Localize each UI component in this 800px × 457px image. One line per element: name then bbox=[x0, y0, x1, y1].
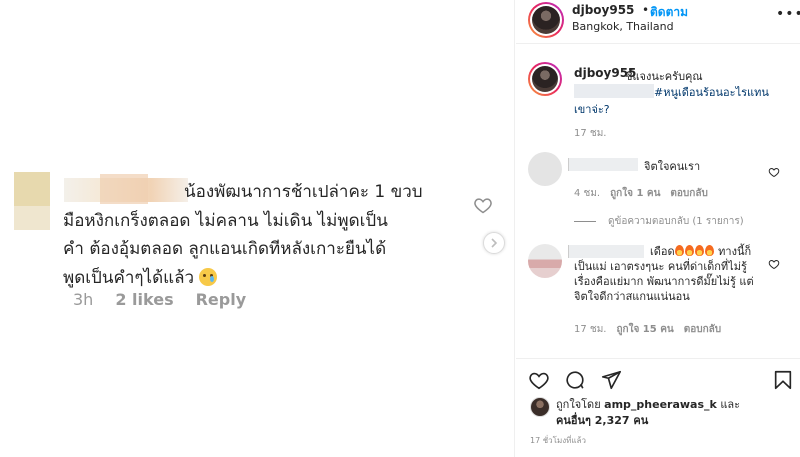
bookmark-icon[interactable] bbox=[772, 369, 794, 391]
likes-middle: และ bbox=[716, 398, 741, 411]
author-username[interactable]: djboy955 bbox=[572, 3, 634, 17]
comment-meta: 4 ชม. ถูกใจ 1 คน ตอบกลับ bbox=[574, 186, 708, 201]
instagram-post-view: น้องพัฒนาการช้าเปล่าคะ 1 ขวบ มือหงิกเกร็… bbox=[0, 0, 800, 457]
comment-like-icon[interactable] bbox=[768, 166, 780, 178]
share-icon[interactable] bbox=[600, 369, 622, 391]
comment-avatar[interactable] bbox=[528, 244, 562, 278]
comment-time: 17 ชม. bbox=[574, 324, 607, 335]
fire-icon bbox=[684, 245, 694, 256]
post-image[interactable]: น้องพัฒนาการช้าเปล่าคะ 1 ขวบ มือหงิกเกร็… bbox=[0, 0, 515, 457]
caption-time: 17 ชม. bbox=[574, 128, 607, 139]
more-options-icon[interactable]: ••• bbox=[776, 6, 800, 22]
comment-meta: 17 ชม. ถูกใจ 15 คน ตอบกลับ bbox=[574, 322, 721, 337]
others-likes-link[interactable]: คนอื่นๆ 2,327 คน bbox=[556, 414, 648, 427]
view-replies-button[interactable]: ดูข้อความตอบกลับ (1 รายการ) bbox=[574, 214, 744, 229]
likes-summary: ถูกใจโดย amp_pheerawas_k และ คนอื่นๆ 2,3… bbox=[556, 397, 776, 429]
fire-icon bbox=[704, 245, 714, 256]
comment-like-icon[interactable] bbox=[768, 258, 780, 270]
post-sidebar: djboy955 • ติดตาม Bangkok, Thailand ••• … bbox=[516, 0, 800, 457]
image-comment-line-2: มือหงิกเกร็งตลอด ไม่คลาน ไม่เดิน ไม่พูดเ… bbox=[63, 210, 388, 231]
comment-text-start: เดือด bbox=[650, 245, 675, 258]
comment-reply-button[interactable]: ตอบกลับ bbox=[684, 322, 721, 337]
image-comment-line-3: คำ ต้องอุ้มตลอด ลูกแอนเกิดทีหลังเกาะยืนไ… bbox=[63, 239, 387, 259]
crying-face-icon bbox=[199, 267, 218, 286]
post-timestamp: 17 ชั่วโมงที่แล้ว bbox=[530, 436, 586, 445]
heart-outline-icon bbox=[474, 198, 492, 214]
comment-text: จิตใจคนเรา bbox=[644, 160, 701, 173]
comment-text: เดือด ทางนี้ก็เป็นแม่ เอาตรงๆนะ คนที่ด่า… bbox=[574, 244, 762, 304]
comment-likes[interactable]: ถูกใจ 15 คน bbox=[616, 322, 673, 337]
image-comment-time: 3h bbox=[73, 290, 94, 309]
image-comment-text: น้องพัฒนาการช้าเปล่าคะ 1 ขวบ มือหงิกเกร็… bbox=[63, 178, 483, 292]
image-comment-meta: 3h 2 likes Reply bbox=[73, 290, 246, 309]
comment-icon[interactable] bbox=[564, 369, 586, 391]
caption-avatar[interactable] bbox=[528, 62, 562, 96]
fire-icon bbox=[674, 245, 684, 256]
image-comment-likes: 2 likes bbox=[115, 290, 174, 309]
comment-time: 4 ชม. bbox=[574, 188, 601, 199]
post-location[interactable]: Bangkok, Thailand bbox=[572, 20, 674, 33]
caption-text: ชี้แจงนะครับคุณ bbox=[625, 70, 703, 83]
blurred-comment-username bbox=[568, 158, 638, 171]
replies-line bbox=[574, 221, 596, 222]
image-comment-line-1: น้องพัฒนาการช้าเปล่าคะ 1 ขวบ bbox=[184, 182, 423, 202]
likes-prefix: ถูกใจโดย bbox=[556, 398, 605, 411]
comment-reply-button[interactable]: ตอบกลับ bbox=[670, 186, 707, 201]
author-avatar[interactable] bbox=[528, 2, 564, 38]
comment-likes[interactable]: ถูกใจ 1 คน bbox=[610, 186, 660, 201]
action-bar bbox=[516, 358, 800, 398]
liker-username[interactable]: amp_pheerawas_k bbox=[604, 398, 717, 411]
blurred-avatar-lower bbox=[14, 206, 50, 230]
image-comment-line-4: พูดเป็นคำๆได้แล้ว bbox=[63, 267, 195, 288]
liker-avatar[interactable] bbox=[530, 397, 550, 417]
view-replies-label: ดูข้อความตอบกลับ (1 รายการ) bbox=[608, 216, 744, 227]
next-image-button[interactable] bbox=[483, 232, 505, 254]
caption-hashtag[interactable]: #หนูเดือนร้อนอะไรแทนเขาจ่ะ? bbox=[574, 84, 774, 118]
fire-icon bbox=[694, 245, 704, 256]
header-separator: • bbox=[642, 3, 650, 17]
image-comment-reply: Reply bbox=[195, 290, 247, 309]
like-icon[interactable] bbox=[528, 369, 550, 391]
post-header: djboy955 • ติดตาม Bangkok, Thailand ••• bbox=[516, 0, 800, 44]
blurred-avatar bbox=[14, 172, 50, 206]
chevron-right-icon bbox=[491, 238, 498, 248]
comment-avatar[interactable] bbox=[528, 152, 562, 186]
